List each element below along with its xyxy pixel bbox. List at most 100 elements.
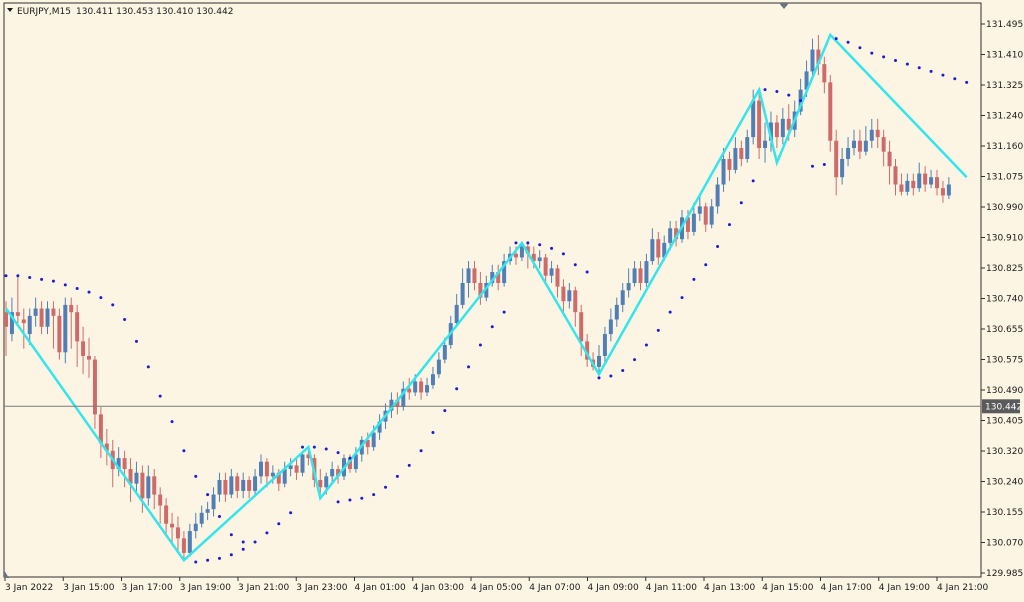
sar-dot bbox=[526, 241, 530, 245]
sar-dot bbox=[123, 317, 127, 321]
candle-body bbox=[193, 523, 198, 532]
candle-body bbox=[703, 206, 708, 225]
candle-body bbox=[235, 476, 240, 491]
candle-body bbox=[597, 355, 601, 367]
time-tick-label: 4 Jan 01:00 bbox=[355, 583, 407, 593]
sar-dot bbox=[111, 303, 115, 307]
candle-body bbox=[170, 523, 175, 528]
sar-dot bbox=[206, 493, 210, 497]
sar-dot bbox=[965, 80, 969, 84]
sar-dot bbox=[194, 474, 198, 478]
candle-body bbox=[513, 253, 518, 258]
candle-body bbox=[929, 177, 934, 185]
sar-dot bbox=[727, 223, 731, 227]
sar-dot bbox=[633, 358, 637, 362]
candle-body bbox=[472, 268, 477, 283]
price-tick-label: 130.910 bbox=[986, 234, 1023, 244]
candle-body bbox=[164, 505, 169, 524]
sar-dot bbox=[407, 463, 411, 467]
sar-dot bbox=[395, 474, 399, 478]
candle-body bbox=[715, 184, 720, 207]
sar-dot bbox=[229, 553, 233, 557]
candle-body bbox=[579, 312, 584, 342]
candle-body bbox=[158, 494, 163, 506]
sar-dot bbox=[87, 290, 91, 294]
sar-dot bbox=[443, 409, 447, 413]
candle-body bbox=[549, 268, 554, 276]
candle-body bbox=[175, 527, 180, 539]
sar-dot bbox=[502, 310, 506, 314]
sar-dot bbox=[573, 263, 577, 267]
time-tick-label: 4 Jan 21:00 bbox=[937, 583, 989, 593]
candle-body bbox=[324, 476, 329, 488]
sar-dot bbox=[644, 343, 648, 347]
time-tick-label: 4 Jan 11:00 bbox=[646, 583, 698, 593]
candle-body bbox=[881, 137, 886, 152]
sar-dot bbox=[182, 449, 186, 453]
candle-body bbox=[567, 290, 572, 302]
candle-body bbox=[917, 173, 922, 189]
sar-dot bbox=[4, 274, 8, 278]
sar-dot bbox=[917, 66, 921, 70]
sar-dot bbox=[834, 37, 838, 41]
candle-body bbox=[620, 290, 625, 305]
candle-body bbox=[869, 129, 874, 141]
sar-dot bbox=[348, 498, 352, 502]
price-tick-label: 130.825 bbox=[986, 264, 1023, 274]
candle-body bbox=[223, 479, 228, 495]
sar-dot bbox=[312, 445, 316, 449]
candle-body bbox=[253, 476, 258, 491]
candle-body bbox=[751, 100, 756, 138]
sar-dot bbox=[799, 99, 803, 103]
sar-dot bbox=[170, 420, 174, 424]
candle-body bbox=[727, 158, 732, 170]
price-tick-label: 130.990 bbox=[986, 203, 1023, 213]
candle-body bbox=[697, 206, 702, 214]
candle-body bbox=[668, 228, 673, 243]
sar-dot bbox=[478, 343, 482, 347]
candle-body bbox=[834, 140, 839, 178]
candle-body bbox=[247, 479, 252, 491]
candle-body bbox=[87, 355, 92, 360]
candle-body bbox=[519, 246, 524, 258]
candle-body bbox=[442, 345, 447, 360]
candle-body bbox=[780, 118, 785, 138]
candle-body bbox=[840, 158, 845, 178]
candle-body bbox=[241, 479, 246, 491]
candle-body bbox=[122, 458, 127, 470]
price-tick-label: 130.405 bbox=[986, 417, 1023, 427]
candle-body bbox=[318, 479, 323, 488]
sar-dot bbox=[775, 89, 779, 93]
sar-dot bbox=[360, 496, 364, 500]
candle-body bbox=[63, 304, 68, 353]
candle-body bbox=[608, 319, 613, 335]
sar-dot bbox=[846, 40, 850, 44]
candle-body bbox=[45, 308, 50, 327]
price-tick-label: 130.740 bbox=[986, 295, 1023, 305]
sar-dot bbox=[384, 485, 388, 489]
sar-dot bbox=[680, 296, 684, 300]
candle-body bbox=[75, 312, 80, 342]
chart-header: EURJPY,M15 130.411 130.453 130.410 130.4… bbox=[7, 7, 233, 17]
candle-body bbox=[774, 122, 779, 138]
candle-body bbox=[205, 509, 210, 513]
price-tick-label: 131.410 bbox=[986, 51, 1023, 61]
sar-dot bbox=[787, 93, 791, 97]
sar-dot bbox=[490, 325, 494, 329]
candle-body bbox=[181, 538, 186, 553]
price-tick-label: 129.985 bbox=[986, 569, 1023, 579]
candle-body bbox=[81, 341, 86, 356]
candle-body bbox=[4, 312, 8, 327]
price-tick-label: 130.240 bbox=[986, 478, 1023, 488]
candle-body bbox=[555, 268, 560, 287]
time-tick-label: 3 Jan 17:00 bbox=[122, 583, 174, 593]
sar-dot bbox=[217, 514, 221, 518]
candle-body bbox=[911, 180, 916, 189]
candle-body bbox=[466, 268, 471, 283]
sar-dot bbox=[822, 162, 826, 166]
candle-body bbox=[893, 166, 898, 185]
candle-body bbox=[419, 381, 424, 393]
candle-body bbox=[51, 308, 56, 316]
sar-dot bbox=[217, 556, 221, 560]
sar-dot bbox=[668, 310, 672, 314]
